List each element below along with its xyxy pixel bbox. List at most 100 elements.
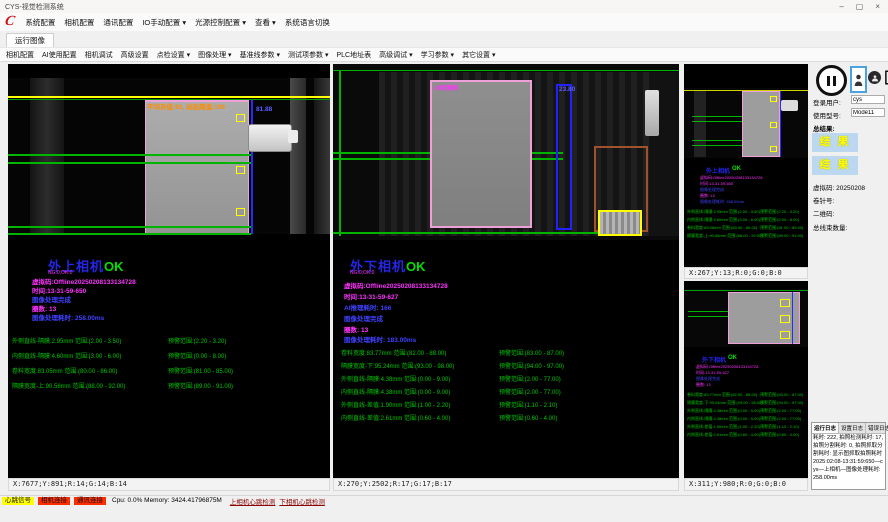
tool-camera-debug[interactable]: 相机调试 xyxy=(85,50,113,60)
thumb-meas: 内侧直线-隔膜:4.38mm 范围:(0.00 - 9.00) xyxy=(687,416,760,422)
measurement-value: 隔膜宽度-上:90.56mm 范围:(88.00 - 92.00) xyxy=(12,381,125,390)
tool-plc-address-table[interactable]: PLC地址表 xyxy=(337,50,372,60)
cpu-memory-readout: Cpu: 0.0% Memory: 3424.41796875M xyxy=(112,497,222,504)
upper-thumb-cursor-readout: X:267;Y:13;R:0;G:0;B:0 xyxy=(684,267,808,279)
exit-button[interactable] xyxy=(884,70,888,85)
measure-line xyxy=(688,316,728,317)
toolbar: 相机配置 AI使用配置 相机调试 高级设置 点检设置 ▾ 图像处理 ▾ 基准线参… xyxy=(0,47,888,62)
ng-counter: NG:0;OK:0 xyxy=(350,270,374,276)
camera-connect-badge: 相机连接 xyxy=(38,497,70,505)
measurement-warn: 预警范围:(2.20 - 3.20) xyxy=(168,336,226,345)
upper-camera-image[interactable]: 平均灰值:93, 动态阈值:100 81.88 xyxy=(8,78,330,234)
thumb-meas: 隔膜宽度-上:90.56mm 范围:(88.00 - 92.00) xyxy=(687,233,763,239)
result-badge-lower: 结 果 xyxy=(812,156,858,175)
connector-part xyxy=(288,130,298,143)
login-user-field[interactable] xyxy=(851,95,885,104)
tab-run-image[interactable]: 运行图像 xyxy=(6,33,54,48)
tool-ai-usage-config[interactable]: AI使用配置 xyxy=(42,50,77,60)
login-user-label: 登录用户: xyxy=(813,97,841,107)
total-result-label: 总结果: xyxy=(813,123,835,133)
tool-advanced-debug[interactable]: 高级调试 ▾ xyxy=(379,50,412,60)
user-login-button[interactable] xyxy=(850,66,867,93)
maximize-button[interactable]: ▢ xyxy=(856,0,864,13)
lower-camera-heartbeat-link[interactable]: 下相机心跳检测 xyxy=(279,496,325,506)
marker-box xyxy=(780,299,790,307)
elapsed-line: 图像处理耗时: 258.00ms xyxy=(32,312,104,322)
tool-spot-check[interactable]: 点检设置 ▾ xyxy=(157,50,190,60)
marker-box xyxy=(780,331,790,339)
elapsed-line: 图像处理耗时: 183.00ms xyxy=(344,334,416,344)
menu-view[interactable]: 查看 ▾ xyxy=(255,17,276,28)
model-field[interactable] xyxy=(851,108,885,117)
virtual-code-label: 虚拟码: 20250208 xyxy=(813,182,865,192)
loop-line: 圈数: 13 xyxy=(344,324,368,334)
upper-camera-heartbeat-link[interactable]: 上相机心跳检测 xyxy=(230,496,276,506)
tab-error-log[interactable]: 错误日志 xyxy=(866,423,888,433)
status-bar: 心跳信号 相机连接 通讯连接 Cpu: 0.0% Memory: 3424.41… xyxy=(0,495,888,505)
scene-shade xyxy=(30,78,64,234)
blue-measure-label: 23.80 xyxy=(559,86,575,93)
window-controls: – ▢ × xyxy=(839,0,888,13)
tool-image-processing[interactable]: 图像处理 ▾ xyxy=(198,50,231,60)
thumb-meas: 内侧直线-隔膜:4.60mm 范围:(3.00 - 6.00) xyxy=(687,217,760,223)
tool-test-params[interactable]: 测试项参数 ▾ xyxy=(288,50,328,60)
lower-camera-panel[interactable]: AI检测框 23.80 外下相机OK NG:0;OK:0 虚拟码:Offline… xyxy=(333,64,679,478)
thumb-meas: 卷料宽度:83.77mm 范围:(82.00 - 88.00) xyxy=(687,392,757,398)
barcode-line: 虚拟码:Offline20250208133134728 xyxy=(344,280,448,290)
menu-comm-config[interactable]: 通讯配置 xyxy=(103,17,133,28)
pause-button[interactable] xyxy=(816,65,847,96)
scene-shade xyxy=(694,91,706,157)
camera-ok-status: OK xyxy=(104,259,124,274)
exit-door-icon xyxy=(884,70,888,85)
upper-camera-thumbnail[interactable]: 外上相机 OK 虚拟码:Offline20250208133134728 时间:… xyxy=(684,64,808,267)
lower-camera-thumbnail[interactable]: 外下相机 OK 虚拟码:Offline20250208133134728 时间:… xyxy=(684,281,808,478)
reference-line-yellow xyxy=(8,96,330,98)
titlebar: CYS-视觉检测系统 – ▢ × xyxy=(0,0,888,13)
marker-box xyxy=(236,208,245,216)
ai-box-label: AI检测框 xyxy=(434,83,458,92)
pause-icon xyxy=(827,76,830,86)
tool-learning-params[interactable]: 学习参数 ▾ xyxy=(421,50,454,60)
menu-system-config[interactable]: 系统配置 xyxy=(25,17,55,28)
marker-box xyxy=(770,122,777,128)
thumb-meas: 卷料宽度:83.05mm 范围:(80.00 - 86.00) xyxy=(687,225,757,231)
thumb-meas: 预警范围:(0.60 - 4.00) xyxy=(760,432,799,438)
right-sidebar: 登录用户: 使用型号: 总结果: 结 果 结 果 虚拟码: 20250208 卷… xyxy=(810,62,888,495)
measurement-value: 内侧直线-隔膜:4.60mm 范围:(3.00 - 6.00) xyxy=(12,351,121,360)
app-logo-icon: C xyxy=(3,14,16,30)
tab-run-log[interactable]: 运行日志 xyxy=(812,423,839,433)
measure-line xyxy=(692,145,742,146)
thumb-meas: 外侧直线-隔膜:2.95mm 范围:(2.00 - 3.50) xyxy=(687,209,760,215)
thumb-loop: 圈数: 13 xyxy=(696,382,711,388)
measurement-value: 卷料宽度:83.05mm 范围:(80.00 - 86.00) xyxy=(12,366,117,375)
close-button[interactable]: × xyxy=(875,0,880,13)
thumb-meas: 预警范围:(1.10 - 2.10) xyxy=(760,424,799,430)
upper-camera-panel[interactable]: 平均灰值:93, 动态阈值:100 81.88 外上相机OK NG:0;OK:0… xyxy=(8,64,330,478)
roi-box-yellow xyxy=(598,210,642,236)
menu-camera-config[interactable]: 相机配置 xyxy=(64,17,94,28)
measurement-value: 外侧直线-隔膜:4.38mm 范围:(0.00 - 9.00) xyxy=(341,374,450,383)
minimize-button[interactable]: – xyxy=(839,0,843,13)
tool-other-settings[interactable]: 其它设置 ▾ xyxy=(462,50,495,60)
measure-line-blue xyxy=(792,292,793,344)
pin-number-label: 卷针号: xyxy=(813,195,834,205)
tool-baseline-params[interactable]: 基准线参数 ▾ xyxy=(240,50,280,60)
lower-camera-image[interactable]: AI检测框 23.80 xyxy=(333,64,679,240)
thumb-meas: 预警范围:(81.00 - 85.00) xyxy=(760,225,803,231)
measure-line xyxy=(692,140,742,141)
menu-io-manual-config[interactable]: IO手动配置 ▾ xyxy=(142,17,186,28)
tab-strip: 运行图像 xyxy=(0,31,888,48)
blue-measure-label: 81.88 xyxy=(256,106,272,113)
comm-connect-badge: 通讯连接 xyxy=(74,497,106,505)
operator-button[interactable] xyxy=(868,71,881,84)
menu-light-control-config[interactable]: 光源控制配置 ▾ xyxy=(195,17,246,28)
tool-camera-config[interactable]: 相机配置 xyxy=(6,50,34,60)
menu-language-switch[interactable]: 系统语言切换 xyxy=(285,17,330,28)
tab-settings-log[interactable]: 设置日志 xyxy=(839,423,866,433)
tool-advanced-settings[interactable]: 高级设置 xyxy=(121,50,149,60)
measure-line xyxy=(692,121,742,122)
measurement-value: 外侧直线-隔膜:2.95mm 范围:(2.00 - 3.50) xyxy=(12,336,121,345)
upper-camera-cursor-readout: X:7677;Y:891;R:14;G:14;B:14 xyxy=(8,478,330,491)
thumb-camera-ok: OK xyxy=(732,166,741,172)
measure-line xyxy=(8,233,251,235)
